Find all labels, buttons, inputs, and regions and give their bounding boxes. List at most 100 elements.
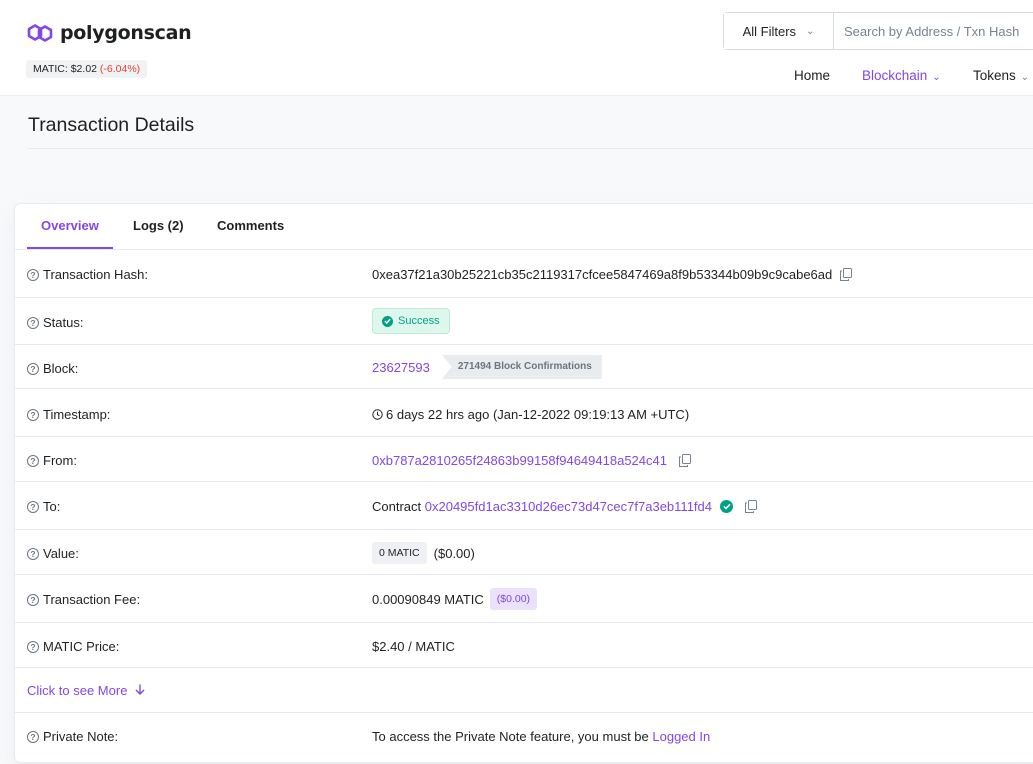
row-value: 0.00090849 MATIC ($0.00) <box>372 588 538 610</box>
row-value: 0xb787a2810265f24863b99158f94649418a524c… <box>372 453 691 468</box>
check-circle-icon <box>382 315 393 327</box>
row-label: ? Private Note: <box>27 729 118 744</box>
transaction-card: Overview Logs (2) Comments ? Transaction… <box>14 203 1033 763</box>
row-value: 6 days 22 hrs ago (Jan-12-2022 09:19:13 … <box>372 407 689 422</box>
brand-name: polygonscan <box>60 22 192 44</box>
row-value: Success <box>372 308 450 334</box>
search-group: All Filters ⌄ <box>723 12 1033 50</box>
status-badge: Success <box>372 308 450 334</box>
nav-tokens-label: Tokens <box>973 68 1016 83</box>
row-private-note: ? Private Note: To access the Private No… <box>15 713 1033 758</box>
label-text: MATIC Price: <box>43 639 120 654</box>
row-label: ? Timestamp: <box>27 407 110 422</box>
private-note-text: To access the Private Note feature, you … <box>372 729 649 744</box>
question-circle-icon[interactable]: ? <box>27 640 39 653</box>
see-more-text: Click to see More <box>27 683 128 698</box>
tab-comments[interactable]: Comments <box>217 218 284 233</box>
copy-icon[interactable] <box>678 454 691 467</box>
label-text: Transaction Fee: <box>43 592 141 607</box>
question-circle-icon[interactable]: ? <box>27 454 39 467</box>
row-matic-price: ? MATIC Price: $2.40 / MATIC <box>15 623 1033 668</box>
active-tab-indicator <box>27 247 113 249</box>
value-amount: 0 MATIC <box>372 542 427 564</box>
nav-tokens[interactable]: Tokens ⌄ <box>973 68 1029 83</box>
row-block: ? Block: 23627593 271494 Block Confirmat… <box>15 345 1033 389</box>
chevron-down-icon: ⌄ <box>932 72 941 83</box>
to-contract-link[interactable]: 0x20495fd1ac3310d26ec73d47cec7f7a3eb111f… <box>425 499 712 514</box>
polygon-logo-icon <box>27 24 53 42</box>
row-value: ? Value: 0 MATIC ($0.00) <box>15 530 1033 575</box>
nav-home[interactable]: Home <box>794 68 830 83</box>
nav-blockchain[interactable]: Blockchain ⌄ <box>862 68 941 83</box>
block-number-link[interactable]: 23627593 <box>372 360 430 375</box>
logged-in-link[interactable]: Logged In <box>652 729 710 744</box>
polygonscan-logo[interactable]: polygonscan <box>26 22 192 44</box>
nav-blockchain-label: Blockchain <box>862 68 928 83</box>
copy-icon[interactable] <box>745 500 757 513</box>
row-status: ? Status: Success <box>15 298 1033 345</box>
see-more-link[interactable]: Click to see More <box>27 683 145 698</box>
from-address-link[interactable]: 0xb787a2810265f24863b99158f94649418a524c… <box>372 453 667 468</box>
row-label: ? Transaction Hash: <box>27 267 148 282</box>
main-nav: Home Blockchain ⌄ Tokens ⌄ <box>0 68 1033 84</box>
row-value: 0 MATIC ($0.00) <box>372 542 475 564</box>
row-label: ? Block: <box>27 361 78 376</box>
row-transaction-fee: ? Transaction Fee: 0.00090849 MATIC ($0.… <box>15 575 1033 623</box>
filter-label: All Filters <box>742 23 797 39</box>
label-text: Block: <box>43 361 79 376</box>
question-circle-icon[interactable]: ? <box>27 316 39 329</box>
row-value: To access the Private Note feature, you … <box>372 729 710 744</box>
row-timestamp: ? Timestamp: 6 days 22 hrs ago (Jan-12-2… <box>15 389 1033 437</box>
question-circle-icon[interactable]: ? <box>27 362 39 375</box>
question-circle-icon[interactable]: ? <box>27 500 39 513</box>
question-circle-icon[interactable]: ? <box>27 408 39 421</box>
chevron-down-icon: ⌄ <box>806 25 815 37</box>
question-circle-icon[interactable]: ? <box>27 268 39 281</box>
row-label: ? MATIC Price: <box>27 639 119 654</box>
row-from: ? From: 0xb787a2810265f24863b99158f94649… <box>15 437 1033 482</box>
row-value: 0xea37f21a30b25221cb35c2119317cfcee58474… <box>372 267 853 282</box>
contract-prefix: Contract <box>372 499 422 514</box>
timestamp-value: 6 days 22 hrs ago (Jan-12-2022 09:19:13 … <box>386 407 690 422</box>
row-to: ? To: Contract 0x20495fd1ac3310d26ec73d4… <box>15 482 1033 530</box>
label-text: Transaction Hash: <box>43 267 149 282</box>
fee-amount: 0.00090849 MATIC <box>372 591 484 607</box>
row-label: ? Transaction Fee: <box>27 592 140 607</box>
row-transaction-hash: ? Transaction Hash: 0xea37f21a30b25221cb… <box>15 250 1033 298</box>
row-label: ? Value: <box>27 546 79 561</box>
search-input[interactable] <box>834 13 1033 49</box>
row-label: ? Status: <box>27 315 83 330</box>
title-divider <box>28 148 1033 149</box>
row-see-more: Click to see More <box>15 668 1033 713</box>
row-value: 23627593 271494 Block Confirmations <box>372 355 602 379</box>
label-text: From: <box>43 453 77 468</box>
transaction-hash: 0xea37f21a30b25221cb35c2119317cfcee58474… <box>372 267 833 282</box>
arrow-down-icon <box>135 683 145 698</box>
block-confirmations-badge: 271494 Block Confirmations <box>441 355 602 379</box>
fee-usd: ($0.00) <box>489 588 538 610</box>
row-label: ? To: <box>27 499 60 514</box>
page-title: Transaction Details <box>28 114 195 136</box>
tab-overview[interactable]: Overview <box>41 218 99 233</box>
all-filters-dropdown[interactable]: All Filters ⌄ <box>724 13 834 49</box>
tab-bar: Overview Logs (2) Comments <box>15 204 1033 250</box>
chevron-down-icon: ⌄ <box>1020 72 1030 83</box>
label-text: To: <box>43 499 61 514</box>
row-label: ? From: <box>27 453 77 468</box>
clock-icon <box>372 409 383 420</box>
site-header: polygonscan MATIC: $2.02 (-6.04%) All Fi… <box>0 0 1033 96</box>
row-value: $2.40 / MATIC <box>372 639 455 654</box>
verified-check-icon <box>720 500 733 513</box>
row-value: Contract 0x20495fd1ac3310d26ec73d47cec7f… <box>372 499 757 514</box>
question-circle-icon[interactable]: ? <box>27 730 39 743</box>
question-circle-icon[interactable]: ? <box>27 593 39 606</box>
value-usd: ($0.00) <box>433 545 475 561</box>
matic-price-value: $2.40 / MATIC <box>372 639 455 654</box>
label-text: Status: <box>43 315 84 330</box>
label-text: Private Note: <box>43 729 119 744</box>
label-text: Value: <box>43 546 79 561</box>
question-circle-icon[interactable]: ? <box>27 547 39 560</box>
tab-logs[interactable]: Logs (2) <box>133 218 184 233</box>
copy-icon[interactable] <box>840 268 853 281</box>
status-text: Success <box>398 315 440 327</box>
